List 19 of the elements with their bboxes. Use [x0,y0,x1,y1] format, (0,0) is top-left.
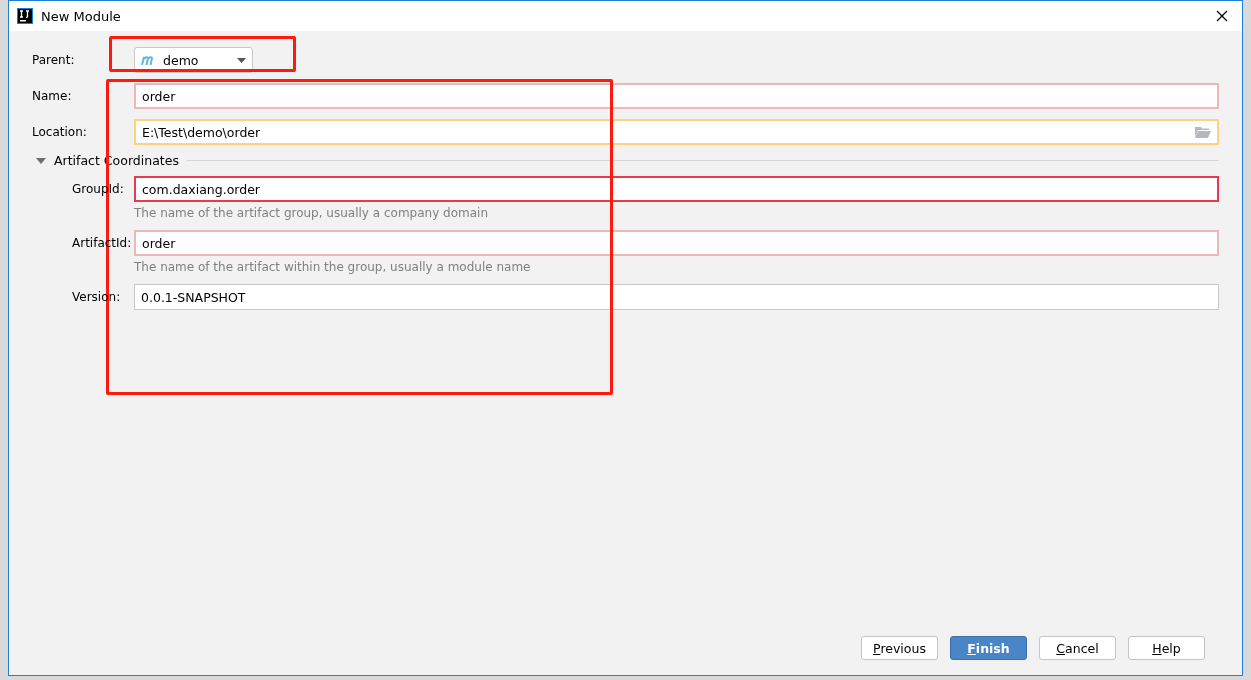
window-title: New Module [41,8,122,24]
text-field[interactable]: 0.0.1-SNAPSHOT [134,284,1219,310]
field-label: Name: [32,89,73,103]
hint-text: The name of the artifact within the group, usually a module name [134,260,532,274]
dialog-button[interactable]: Previous [861,636,938,660]
text-field[interactable]: com.daxiang.order [134,176,1219,202]
text-field[interactable]: order [134,230,1219,256]
text-field[interactable]: order [134,83,1219,109]
dialog-button[interactable]: Cancel [1039,636,1116,660]
primary-button[interactable]: Finish [950,636,1027,660]
field-label: Parent: [32,53,76,67]
field-label: Location: [32,125,88,139]
dialog-button[interactable]: Help [1128,636,1205,660]
close-icon[interactable] [1216,9,1228,22]
app-logo-icon [17,8,33,24]
caret-icon [237,57,246,63]
hint-text: The name of the artifact group, usually a company domain [134,206,489,220]
expanded-triangle-icon[interactable] [36,156,46,165]
text-field[interactable]: E:\Test\demo\order [134,119,1219,145]
